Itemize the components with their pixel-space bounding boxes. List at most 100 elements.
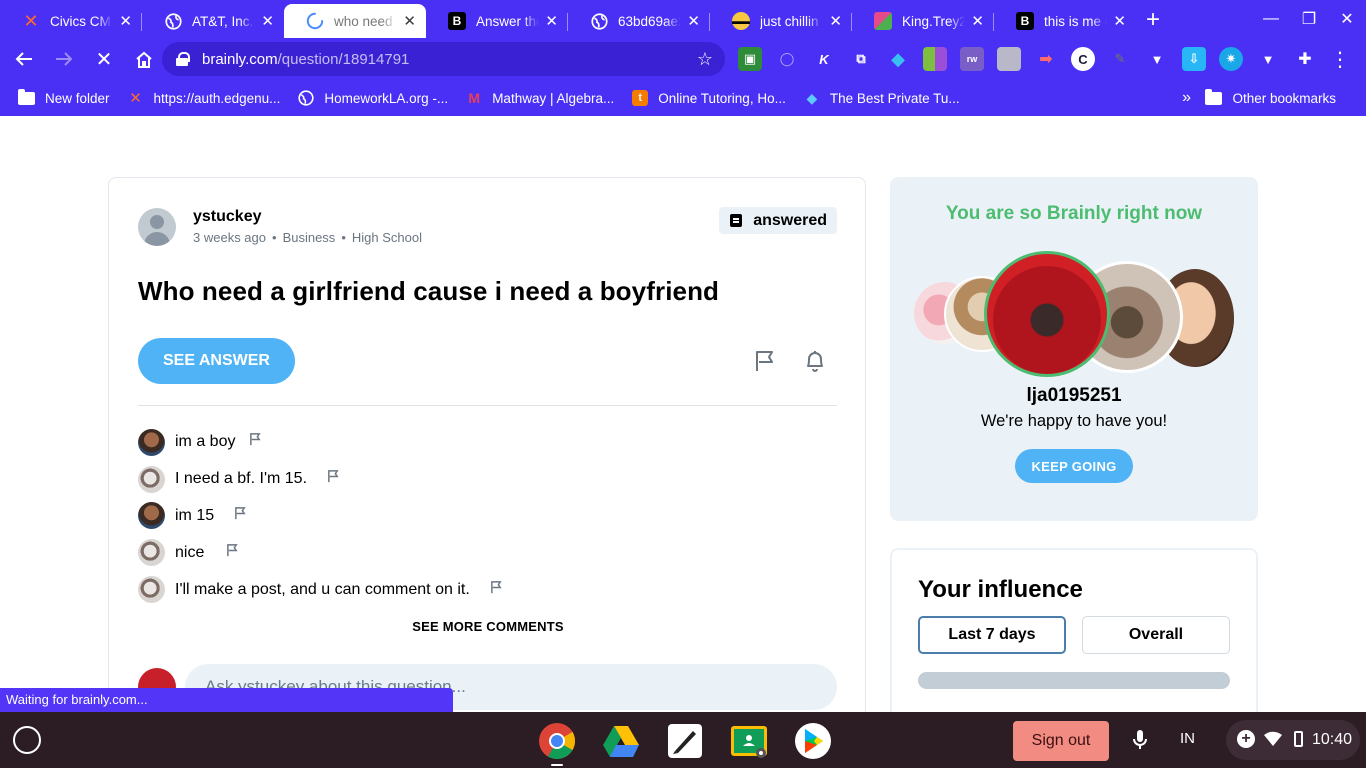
cursive-pen-icon[interactable] [664, 722, 706, 760]
shield-extension-icon[interactable]: ▼ [1145, 47, 1169, 71]
close-tab-icon[interactable]: ✕ [1113, 12, 1126, 30]
chrome-menu-icon[interactable]: ⋮ [1330, 47, 1350, 72]
google-classroom-icon[interactable]: ▣ [738, 47, 762, 71]
see-more-comments-link[interactable]: SEE MORE COMMENTS [109, 619, 867, 634]
tab-title: this is me o [1044, 13, 1108, 29]
tab-strip: ✕ Civics CM 1 ✕ AT&T, Inc., ✕ who need a… [0, 0, 1366, 38]
google-classroom-app-icon[interactable] [728, 722, 770, 760]
author-avatar[interactable] [138, 208, 176, 246]
address-bar[interactable]: brainly.com/question/18914791 ☆ [162, 42, 725, 76]
puzzle-extensions-icon[interactable]: ✚ [1293, 47, 1317, 71]
shield-check-extension-icon[interactable]: ▼ [1256, 47, 1280, 71]
tab-overall[interactable]: Overall [1082, 616, 1230, 654]
chrome-icon[interactable] [536, 722, 578, 766]
commenter-avatar[interactable] [138, 576, 165, 604]
tab-king-trey[interactable]: King.Trey2 ✕ [852, 4, 994, 38]
brainly-welcome-card: You are so Brainly right now lja0195251 … [890, 177, 1258, 521]
bookmark-online-tutoring[interactable]: t Online Tutoring, Ho... [632, 90, 786, 106]
close-tab-icon[interactable]: ✕ [687, 12, 700, 30]
bookmark-new-folder[interactable]: New folder [18, 88, 110, 106]
report-comment-flag-icon[interactable] [490, 580, 503, 599]
tab-title: Civics CM 1 [50, 13, 113, 29]
question-subject[interactable]: Business [283, 230, 336, 245]
home-icon[interactable] [126, 41, 162, 77]
follow-bell-icon[interactable] [805, 350, 825, 377]
bookmarks-bar: New folder ✕ https://auth.edgenu... Homew… [0, 80, 1366, 116]
google-play-icon[interactable] [792, 722, 834, 760]
close-tab-icon[interactable]: ✕ [403, 12, 416, 30]
status-tray[interactable]: + 10:40 [1226, 720, 1360, 760]
report-comment-flag-icon[interactable] [226, 543, 239, 562]
rw-extension-icon[interactable]: rw [960, 47, 984, 71]
bookmark-homeworkla[interactable]: HomeworkLA.org -... [298, 90, 448, 106]
report-comment-flag-icon[interactable] [234, 507, 247, 525]
c-extension-icon[interactable]: C [1071, 47, 1095, 71]
sign-out-button[interactable]: Sign out [1013, 721, 1109, 761]
comment-item: I'll make a post, and u can comment on i… [138, 571, 837, 608]
commenter-avatar[interactable] [138, 465, 165, 493]
close-tab-icon[interactable]: ✕ [829, 12, 842, 30]
restore-icon[interactable]: ❐ [1290, 9, 1328, 29]
forward-arrow-icon[interactable] [46, 41, 82, 77]
current-username: lja0195251 [1026, 385, 1122, 406]
book-extension-icon[interactable] [923, 47, 947, 71]
tab-63bd[interactable]: 63bd69ae2 ✕ [568, 4, 710, 38]
influence-loading-bar [918, 672, 1230, 689]
bookmark-star-icon[interactable]: ☆ [697, 49, 713, 70]
gray-square-extension-icon[interactable] [997, 47, 1021, 71]
bookmark-edgenuity[interactable]: ✕ https://auth.edgenu... [128, 90, 280, 107]
close-tab-icon[interactable]: ✕ [971, 12, 984, 30]
commenter-avatar[interactable] [138, 502, 165, 530]
diamond-extension-icon[interactable]: ◆ [886, 47, 910, 71]
back-arrow-icon[interactable] [6, 41, 42, 77]
bookmark-mathway[interactable]: M Mathway | Algebra... [466, 90, 614, 106]
commenter-avatar[interactable] [138, 428, 165, 456]
sunglasses-emoji-icon: ▬▬ [732, 12, 750, 30]
kami-k-icon[interactable]: K [812, 47, 836, 71]
tab-answer-the[interactable]: B Answer the ✕ [426, 4, 568, 38]
tab-this-is-me[interactable]: B this is me o ✕ [994, 4, 1136, 38]
tab-title: AT&T, Inc., [192, 13, 256, 29]
new-tab-icon[interactable]: + [1146, 4, 1160, 38]
screencastify-icon[interactable]: ➡ [1034, 47, 1058, 71]
stop-loading-icon[interactable]: ✕ [86, 41, 122, 77]
browser-toolbar: ✕ brainly.com/question/18914791 ☆ ▣ ◯ K … [0, 38, 1366, 80]
close-tab-icon[interactable]: ✕ [119, 12, 132, 30]
comment-text: I'll make a post, and u can comment on i… [175, 580, 470, 598]
tab-brainly-question[interactable]: who need a ✕ [284, 4, 426, 38]
report-flag-icon[interactable] [754, 350, 776, 377]
lock-icon[interactable] [176, 52, 190, 66]
comment-item: I need a bf. I'm 15. [138, 461, 837, 498]
rocket-extension-icon[interactable]: ✎ [1108, 47, 1132, 71]
google-drive-icon[interactable] [600, 722, 642, 760]
close-tab-icon[interactable]: ✕ [545, 12, 558, 30]
tab-last-7-days[interactable]: Last 7 days [918, 616, 1066, 654]
tab-civics[interactable]: ✕ Civics CM 1 ✕ [0, 4, 142, 38]
commenter-avatar[interactable] [138, 539, 165, 567]
launcher-icon[interactable] [13, 726, 41, 754]
question-author[interactable]: ystuckey [193, 208, 262, 226]
tab-just-chillin[interactable]: ▬▬ just chillin ✕ [710, 4, 852, 38]
close-tab-icon[interactable]: ✕ [261, 12, 274, 30]
report-comment-flag-icon[interactable] [327, 470, 340, 488]
keep-going-button[interactable]: KEEP GOING [1015, 449, 1133, 483]
report-comment-flag-icon[interactable] [249, 433, 262, 451]
comments-list: im a boy I need a bf. I'm 15. im 15 nice [138, 424, 837, 608]
screen-capture-icon[interactable]: ⧉ [849, 47, 873, 71]
minimize-icon[interactable]: — [1252, 10, 1290, 28]
battery-icon [1294, 731, 1303, 747]
globe-icon [164, 12, 182, 30]
input-method-indicator[interactable]: IN [1180, 730, 1195, 747]
tab-title: 63bd69ae2 [618, 13, 682, 29]
bookmarks-overflow-icon[interactable]: » [1182, 89, 1191, 107]
gear-extension-icon[interactable]: ✷ [1219, 47, 1243, 71]
close-window-icon[interactable]: ✕ [1328, 9, 1366, 29]
see-answer-button[interactable]: SEE ANSWER [138, 338, 295, 384]
other-bookmarks[interactable]: Other bookmarks [1205, 88, 1336, 106]
microphone-icon[interactable] [1131, 729, 1149, 751]
bookmark-private-tutor[interactable]: ◆ The Best Private Tu... [804, 90, 959, 106]
welcome-message: We're happy to have you! [980, 412, 1168, 430]
tab-att[interactable]: AT&T, Inc., ✕ [142, 4, 284, 38]
download-extension-icon[interactable]: ⇩ [1182, 47, 1206, 71]
profile-outline-icon[interactable]: ◯ [775, 47, 799, 71]
